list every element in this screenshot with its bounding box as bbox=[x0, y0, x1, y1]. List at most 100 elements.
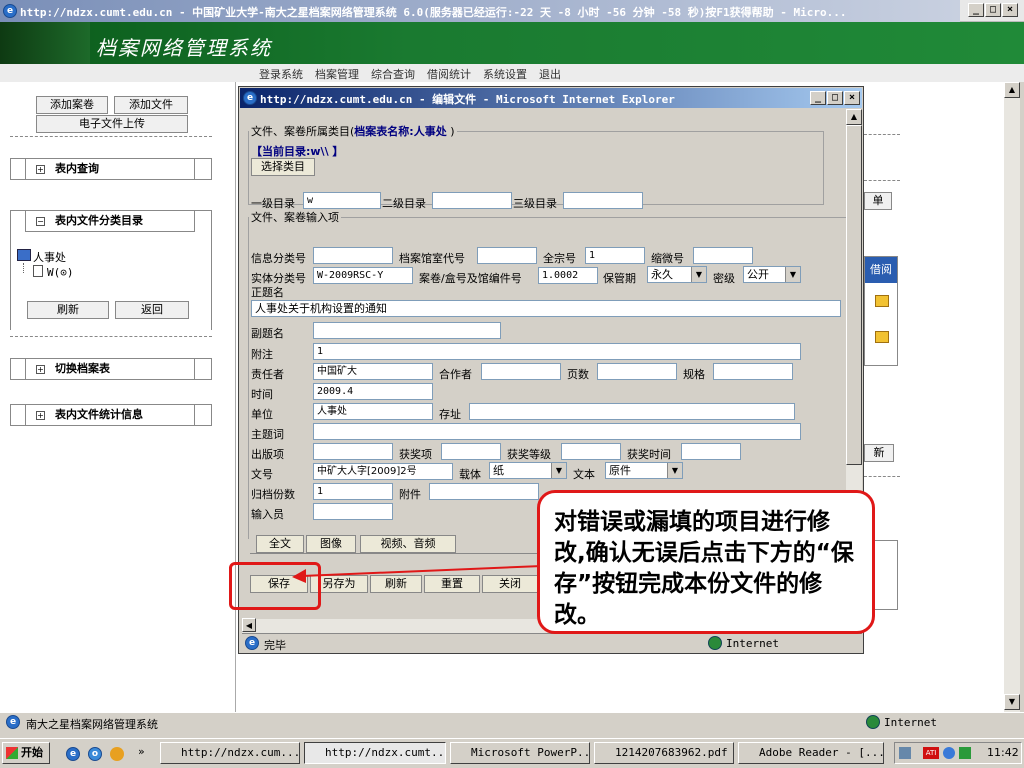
nav-borrow[interactable]: 借阅统计 bbox=[427, 66, 471, 82]
attachment-input[interactable] bbox=[429, 483, 539, 500]
refresh-button[interactable]: 刷新 bbox=[27, 301, 109, 319]
level1-input[interactable]: w bbox=[303, 192, 381, 209]
switch-table-label: 切换档案表 bbox=[55, 362, 110, 375]
retention-label: 保管期 bbox=[603, 272, 636, 285]
add-file-button[interactable]: 添加文件 bbox=[114, 96, 188, 114]
borrow-column-header: 借阅 bbox=[865, 257, 897, 283]
scroll-up-icon[interactable]: ▲ bbox=[1004, 82, 1020, 98]
dialog-close-button[interactable]: × bbox=[844, 91, 860, 105]
chevron-right-icon[interactable]: » bbox=[138, 745, 145, 758]
award-input[interactable] bbox=[441, 443, 501, 460]
main-vertical-scrollbar[interactable]: ▲ ▼ bbox=[1004, 82, 1020, 712]
scroll-thumb[interactable] bbox=[846, 125, 862, 465]
level2-input[interactable] bbox=[432, 192, 512, 209]
entity-class-input[interactable]: W-2009RSC-Y bbox=[313, 267, 413, 284]
main-title-input[interactable]: 人事处关于机构设置的通知 bbox=[251, 300, 841, 317]
box-no-input[interactable]: 1.0002 bbox=[538, 267, 598, 284]
note-input[interactable]: 1 bbox=[313, 343, 801, 360]
taskbar-item[interactable]: Adobe Reader - [... bbox=[738, 742, 884, 764]
responsible-input[interactable]: 中国矿大 bbox=[313, 363, 433, 380]
banner-decoration bbox=[0, 22, 90, 64]
operator-input[interactable] bbox=[313, 503, 393, 520]
tree-child-label[interactable]: W(⊙) bbox=[47, 266, 74, 279]
dialog-minimize-button[interactable]: _ bbox=[810, 91, 826, 105]
taskbar-item[interactable]: Microsoft PowerP... bbox=[450, 742, 590, 764]
system-banner: 档案网络管理系统 bbox=[0, 22, 1024, 64]
scroll-left-icon[interactable]: ◀ bbox=[242, 618, 256, 632]
borrow-icon[interactable] bbox=[875, 295, 889, 307]
close-button[interactable]: × bbox=[1002, 3, 1018, 17]
stats-panel: + 表内文件统计信息 bbox=[10, 404, 212, 426]
nav-query[interactable]: 综合查询 bbox=[371, 66, 415, 82]
carrier-value: 纸 bbox=[493, 464, 504, 477]
stats-panel-header[interactable]: + 表内文件统计信息 bbox=[25, 404, 195, 426]
tray-icon[interactable] bbox=[899, 747, 911, 759]
copies-input[interactable]: 1 bbox=[313, 483, 393, 500]
ati-tray-icon[interactable]: ATI bbox=[923, 747, 939, 759]
nav-login[interactable]: 登录系统 bbox=[259, 66, 303, 82]
scroll-down-icon[interactable]: ▼ bbox=[1004, 694, 1020, 710]
umbrella-tray-icon[interactable] bbox=[959, 747, 971, 759]
award-level-input[interactable] bbox=[561, 443, 621, 460]
info-class-label: 信息分类号 bbox=[251, 252, 306, 265]
retention-select[interactable]: 永久 ▼ bbox=[647, 266, 707, 283]
subject-label: 主题词 bbox=[251, 428, 284, 441]
tree-line bbox=[23, 263, 24, 273]
coauthor-input[interactable] bbox=[481, 363, 561, 380]
tree-root-label[interactable]: 人事处 bbox=[33, 249, 66, 265]
subject-input[interactable] bbox=[313, 423, 801, 440]
publication-input[interactable] bbox=[313, 443, 393, 460]
carrier-select[interactable]: 纸 ▼ bbox=[489, 462, 567, 479]
select-category-button[interactable]: 选择类目 bbox=[251, 158, 315, 176]
back-button[interactable]: 返回 bbox=[115, 301, 189, 319]
taskbar-item[interactable]: 1214207683962.pdf bbox=[594, 742, 734, 764]
scroll-up-icon[interactable]: ▲ bbox=[846, 109, 862, 125]
location-input[interactable] bbox=[469, 403, 795, 420]
minimize-button[interactable]: _ bbox=[968, 3, 984, 17]
search-panel-header[interactable]: + 表内查询 bbox=[25, 158, 195, 180]
taskbar-item[interactable]: http://ndzx.cum... bbox=[160, 742, 300, 764]
fonds-no-label: 全宗号 bbox=[543, 252, 576, 265]
dialog-maximize-button[interactable]: □ bbox=[827, 91, 843, 105]
network-tray-icon[interactable] bbox=[943, 747, 955, 759]
nav-settings[interactable]: 系统设置 bbox=[483, 66, 527, 82]
category-panel: − 表内文件分类目录 人事处 W(⊙) 刷新 返回 bbox=[10, 210, 212, 330]
doc-no-input[interactable]: 中矿大人字[2009]2号 bbox=[313, 463, 453, 480]
upload-electronic-file-button[interactable]: 电子文件上传 bbox=[36, 115, 188, 133]
maximize-button[interactable]: □ bbox=[985, 3, 1001, 17]
pages-input[interactable] bbox=[597, 363, 677, 380]
add-volume-button[interactable]: 添加案卷 bbox=[36, 96, 108, 114]
archive-code-input[interactable] bbox=[477, 247, 537, 264]
unit-label: 单位 bbox=[251, 408, 273, 421]
fonds-no-input[interactable]: 1 bbox=[585, 247, 645, 264]
tab-fulltext[interactable]: 全文 bbox=[256, 535, 304, 553]
level3-input[interactable] bbox=[563, 192, 643, 209]
start-button[interactable]: 开始 bbox=[2, 742, 50, 764]
tab-image[interactable]: 图像 bbox=[306, 535, 356, 553]
category-panel-header[interactable]: − 表内文件分类目录 bbox=[25, 210, 195, 232]
info-class-input[interactable] bbox=[313, 247, 393, 264]
nav-archive[interactable]: 档案管理 bbox=[315, 66, 359, 82]
ie-quicklaunch-icon[interactable]: e bbox=[66, 747, 80, 761]
borrow-icon[interactable] bbox=[875, 331, 889, 343]
micro-no-input[interactable] bbox=[693, 247, 753, 264]
award-time-input[interactable] bbox=[681, 443, 741, 460]
tab-video-audio[interactable]: 视频、音频 bbox=[360, 535, 456, 553]
location-label: 存址 bbox=[439, 408, 461, 421]
secret-select[interactable]: 公开 ▼ bbox=[743, 266, 801, 283]
outlook-quicklaunch-icon[interactable]: o bbox=[88, 747, 102, 761]
time-input[interactable]: 2009.4 bbox=[313, 383, 433, 400]
sub-title-input[interactable] bbox=[313, 322, 501, 339]
app-quicklaunch-icon[interactable] bbox=[110, 747, 124, 761]
list-button[interactable]: 单 bbox=[864, 192, 892, 210]
unit-input[interactable]: 人事处 bbox=[313, 403, 433, 420]
new-button[interactable]: 新 bbox=[864, 444, 894, 462]
award-label: 获奖项 bbox=[399, 448, 432, 461]
nav-logout[interactable]: 退出 bbox=[539, 66, 561, 82]
spec-input[interactable] bbox=[713, 363, 793, 380]
text-select[interactable]: 原件 ▼ bbox=[605, 462, 683, 479]
main-status-text: 南大之星档案网络管理系统 bbox=[26, 718, 158, 731]
taskbar-item-active[interactable]: http://ndzx.cumt... bbox=[304, 742, 446, 764]
main-window-titlebar: e http://ndzx.cumt.edu.cn - 中国矿业大学-南大之星档… bbox=[0, 0, 1024, 22]
switch-table-header[interactable]: + 切换档案表 bbox=[25, 358, 195, 380]
